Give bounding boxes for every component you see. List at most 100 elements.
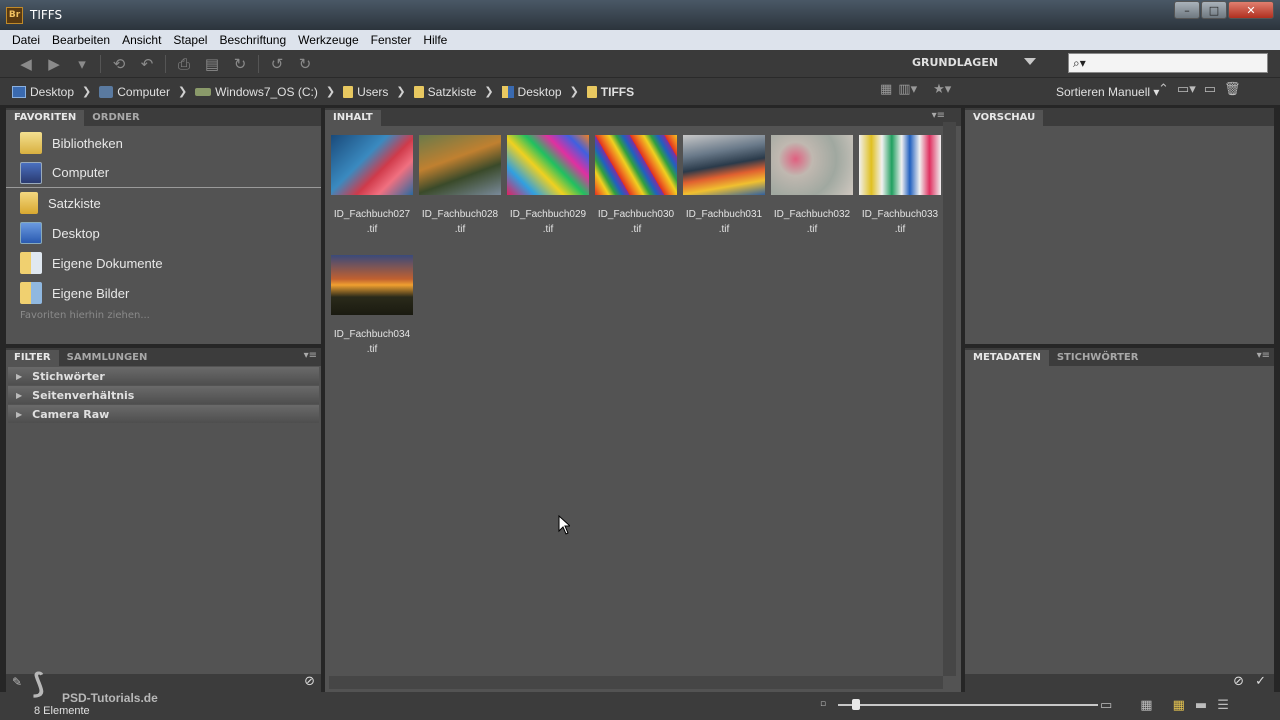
breadcrumb-desktop-folder[interactable]: Desktop [501, 85, 562, 99]
breadcrumb-desktop[interactable]: Desktop [12, 85, 74, 99]
chevron-right-icon[interactable]: ❯ [570, 85, 579, 98]
filter-row-stichwoerter[interactable]: ▶ Stichwörter [8, 367, 319, 385]
thumbnail-image[interactable] [419, 135, 501, 195]
camera-icon[interactable]: ⎙ [170, 55, 198, 73]
redo-icon[interactable]: ↻ [291, 55, 319, 73]
thumbnail-image[interactable] [683, 135, 765, 195]
trash-icon[interactable]: 🗑 [1224, 82, 1241, 97]
chevron-right-icon[interactable]: ❯ [396, 85, 405, 98]
filter-row-camera-raw[interactable]: ▶ Camera Raw [8, 405, 319, 423]
view-thumbnails-icon[interactable]: ▦ [1173, 698, 1185, 713]
minimize-button[interactable]: – [1174, 1, 1200, 19]
thumbnail-item[interactable]: ID_Fachbuch033 .tif [859, 135, 941, 237]
menu-beschriftung[interactable]: Beschriftung [213, 33, 292, 47]
breadcrumb-computer[interactable]: Computer [99, 85, 170, 99]
slider-handle[interactable] [852, 699, 860, 710]
tab-stichwoerter[interactable]: STICHWÖRTER [1049, 350, 1147, 366]
thumbnail-item[interactable]: ID_Fachbuch030 .tif [595, 135, 677, 237]
thumbnail-size-slider[interactable] [838, 704, 1098, 706]
thumbnail-item[interactable]: ID_Fachbuch027 .tif [331, 135, 413, 237]
desktop-icon [20, 222, 42, 244]
content-horizontal-scrollbar[interactable] [329, 676, 943, 689]
close-button[interactable]: ✕ [1228, 1, 1274, 19]
breadcrumb-satzkiste[interactable]: Satzkiste [413, 85, 476, 99]
clear-filter-icon[interactable]: ⊘ [304, 674, 315, 689]
view-list-icon[interactable]: ☰ [1217, 698, 1229, 713]
menu-stapel[interactable]: Stapel [167, 33, 213, 47]
thumbnail-label: ID_Fachbuch028 .tif [421, 209, 499, 235]
menu-hilfe[interactable]: Hilfe [417, 33, 453, 47]
favorite-label: Desktop [52, 225, 100, 241]
pin-icon[interactable]: ✎ [12, 675, 22, 689]
filter-row-seitenverhaeltnis[interactable]: ▶ Seitenverhältnis [8, 386, 319, 404]
menu-werkzeuge[interactable]: Werkzeuge [292, 33, 364, 47]
thumbnail-image[interactable] [507, 135, 589, 195]
maximize-button[interactable]: □ [1201, 1, 1227, 19]
chevron-right-icon[interactable]: ❯ [178, 85, 187, 98]
tab-filter[interactable]: FILTER [6, 350, 59, 366]
menu-datei[interactable]: Datei [6, 33, 46, 47]
view-details-icon[interactable]: ▬ [1195, 698, 1207, 713]
breadcrumb-label: TIFFS [600, 84, 635, 99]
expand-triangle-icon: ▶ [16, 390, 23, 400]
menu-bearbeiten[interactable]: Bearbeiten [46, 33, 116, 47]
menu-ansicht[interactable]: Ansicht [116, 33, 167, 47]
favorite-eigene-bilder[interactable]: Eigene Bilder [6, 278, 321, 308]
thumbnail-small-icon[interactable]: ▫ [820, 699, 826, 709]
thumbnail-item[interactable]: ID_Fachbuch029 .tif [507, 135, 589, 237]
boomerang-icon[interactable]: ⟲ [105, 55, 133, 73]
panel-menu-icon[interactable]: ▾≡ [1257, 350, 1270, 361]
tab-vorschau[interactable]: VORSCHAU [965, 110, 1044, 126]
thumbnail-large-icon[interactable]: ▭ [1100, 698, 1112, 713]
cancel-metadata-icon[interactable]: ⊘ [1233, 674, 1244, 689]
search-input[interactable]: ⌕▾ [1068, 53, 1268, 73]
filter-items-icon[interactable]: ▥▾ [898, 82, 917, 97]
breadcrumb-drive[interactable]: Windows7_OS (C:) [195, 85, 318, 99]
panel-menu-icon[interactable]: ▾≡ [304, 350, 317, 361]
undo-icon[interactable]: ↺ [263, 55, 291, 73]
breadcrumb-tiffs[interactable]: TIFFS [586, 84, 635, 99]
chevron-right-icon[interactable]: ❯ [82, 85, 91, 98]
favorite-bibliotheken[interactable]: Bibliotheken [6, 128, 321, 158]
open-recent-folder-icon[interactable]: ▭▾ [1177, 82, 1196, 97]
thumbnail-image[interactable] [859, 135, 941, 195]
content-vertical-scrollbar[interactable] [943, 122, 956, 676]
tab-sammlungen[interactable]: SAMMLUNGEN [59, 350, 156, 366]
thumbnail-item[interactable]: ID_Fachbuch028 .tif [419, 135, 501, 237]
thumbnail-image[interactable] [331, 255, 413, 315]
new-folder-icon[interactable]: ▭ [1204, 82, 1216, 97]
back-icon[interactable]: ◀ [12, 55, 40, 73]
thumbnail-item[interactable]: ID_Fachbuch031 .tif [683, 135, 765, 237]
grid-lock-icon[interactable]: ▦ [1140, 698, 1152, 713]
rotate-icon[interactable]: ↻ [226, 55, 254, 73]
thumbnail-item[interactable]: ID_Fachbuch032 .tif [771, 135, 853, 237]
thumbnail-image[interactable] [771, 135, 853, 195]
chevron-right-icon[interactable]: ❯ [326, 85, 335, 98]
star-rating-icon[interactable]: ★▾ [933, 82, 951, 97]
return-icon[interactable]: ↶ [133, 55, 161, 73]
sort-ascending-icon[interactable]: ⌃ [1158, 82, 1169, 97]
history-dropdown-icon[interactable]: ▾ [68, 55, 96, 73]
panel-menu-icon[interactable]: ▾≡ [932, 110, 945, 121]
workspace-dropdown-icon[interactable] [1024, 58, 1036, 65]
tab-metadaten[interactable]: METADATEN [965, 350, 1049, 366]
favorite-satzkiste[interactable]: Satzkiste [6, 188, 321, 218]
workspace-switcher[interactable]: GRUNDLAGEN [912, 56, 998, 69]
refine-icon[interactable]: ▤ [198, 55, 226, 73]
thumbnail-image[interactable] [331, 135, 413, 195]
thumbnail-item[interactable]: ID_Fachbuch034 .tif [331, 255, 413, 357]
menu-fenster[interactable]: Fenster [365, 33, 418, 47]
chevron-right-icon[interactable]: ❯ [484, 85, 493, 98]
breadcrumb-users[interactable]: Users [343, 85, 388, 99]
favorite-desktop[interactable]: Desktop [6, 218, 321, 248]
quality-icon[interactable]: ▦ [880, 82, 892, 97]
forward-icon[interactable]: ▶ [40, 55, 68, 73]
tab-ordner[interactable]: ORDNER [84, 110, 147, 126]
favorite-eigene-dokumente[interactable]: Eigene Dokumente [6, 248, 321, 278]
tab-favoriten[interactable]: FAVORITEN [6, 110, 85, 126]
apply-metadata-icon[interactable]: ✓ [1255, 674, 1266, 689]
sort-dropdown[interactable]: Sortieren Manuell ▾ [1056, 85, 1159, 99]
tab-inhalt[interactable]: INHALT [325, 110, 381, 126]
favorite-computer[interactable]: Computer [6, 158, 321, 188]
thumbnail-image[interactable] [595, 135, 677, 195]
